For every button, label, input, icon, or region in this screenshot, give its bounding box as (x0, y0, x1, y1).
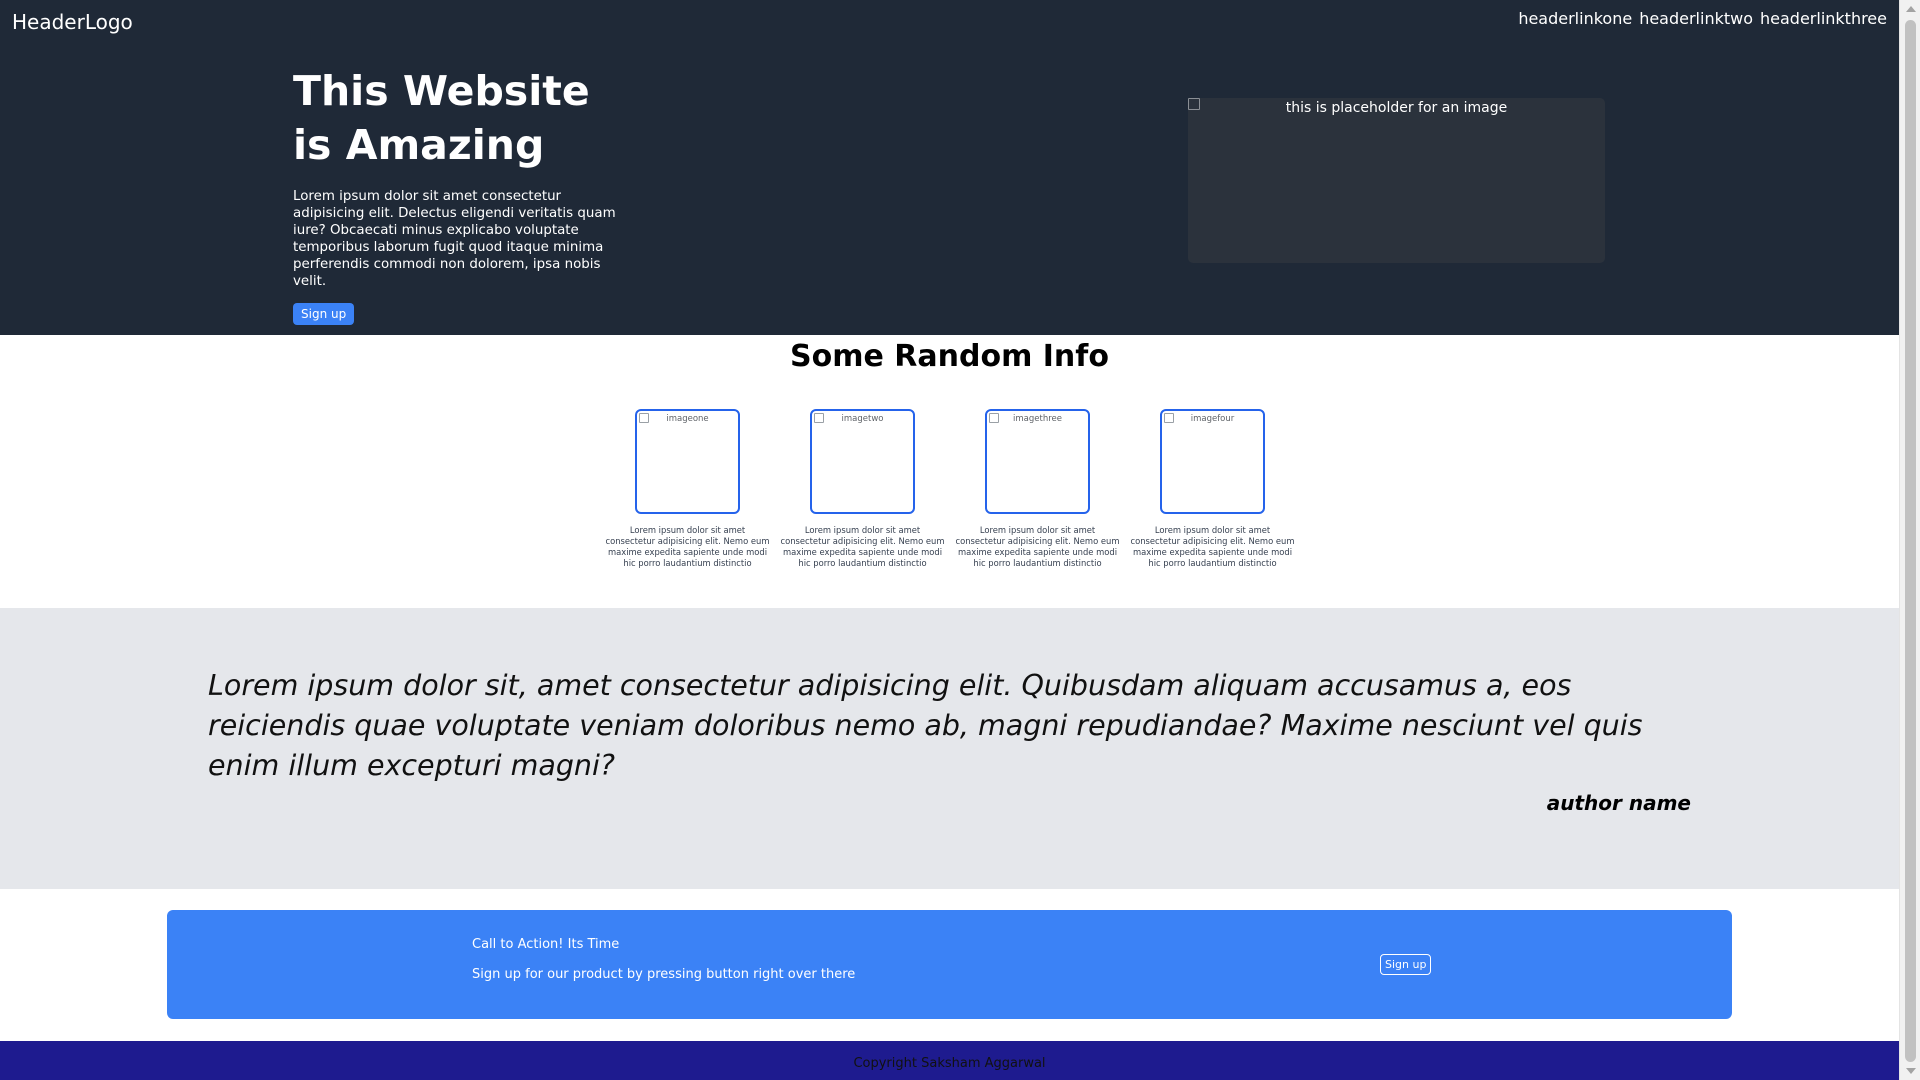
card-image-placeholder: imagethree (985, 409, 1090, 514)
card-image-alt-text: imagefour (1190, 414, 1235, 424)
cta-signup-button[interactable]: Sign up (1380, 954, 1432, 975)
footer: Copyright Saksham Aggarwal (0, 1041, 1899, 1080)
scrollbar-thumb[interactable] (1905, 20, 1916, 1062)
header-link-two[interactable]: headerlinktwo (1639, 9, 1753, 28)
info-card: imagethree Lorem ipsum dolor sit amet co… (950, 409, 1125, 569)
info-card: imagetwo Lorem ipsum dolor sit amet cons… (775, 409, 950, 569)
info-section: Some Random Info imageone Lorem ipsum do… (0, 335, 1899, 608)
card-text: Lorem ipsum dolor sit amet consectetur a… (780, 525, 945, 568)
scroll-up-arrow-icon[interactable] (1906, 6, 1916, 12)
card-text: Lorem ipsum dolor sit amet consectetur a… (1130, 525, 1295, 568)
vertical-scrollbar[interactable] (1899, 0, 1920, 1080)
quote-section: Lorem ipsum dolor sit, amet consectetur … (0, 608, 1899, 889)
card-image-alt-text: imagetwo (841, 414, 884, 424)
card-image-alt-text: imagethree (1013, 414, 1062, 424)
info-card: imagefour Lorem ipsum dolor sit amet con… (1125, 409, 1300, 569)
scroll-down-arrow-icon[interactable] (1906, 1068, 1916, 1074)
card-text: Lorem ipsum dolor sit amet consectetur a… (955, 525, 1120, 568)
cta-subtitle: Sign up for our product by pressing butt… (472, 967, 856, 982)
header-link-one[interactable]: headerlinkone (1518, 9, 1632, 28)
hero-image-alt-text: this is placeholder for an image (1285, 100, 1508, 116)
header-logo[interactable]: HeaderLogo (12, 10, 133, 34)
hero-signup-button[interactable]: Sign up (293, 303, 355, 325)
card-image-placeholder: imagetwo (810, 409, 915, 514)
hero-image-placeholder: this is placeholder for an image (1188, 98, 1605, 263)
hero-title: This Website is Amazing (293, 67, 590, 169)
quote-author: author name (1546, 791, 1691, 815)
footer-copyright: Copyright Saksham Aggarwal (853, 1056, 1046, 1071)
info-cards: imageone Lorem ipsum dolor sit amet cons… (600, 409, 1300, 569)
cta-banner: Call to Action! Its Time Sign up for our… (167, 910, 1732, 1019)
cta-section: Call to Action! Its Time Sign up for our… (0, 889, 1899, 1041)
quote-text: Lorem ipsum dolor sit, amet consectetur … (208, 669, 1643, 782)
card-text: Lorem ipsum dolor sit amet consectetur a… (605, 525, 770, 568)
card-image-placeholder: imageone (635, 409, 740, 514)
header-link-three[interactable]: headerlinkthree (1760, 9, 1887, 28)
header-nav: headerlinkone headerlinktwo headerlinkth… (1518, 9, 1887, 28)
page: HeaderLogo headerlinkone headerlinktwo h… (0, 0, 1899, 1080)
hero-section: HeaderLogo headerlinkone headerlinktwo h… (0, 0, 1899, 335)
hero-text-block: This Website is Amazing Lorem ipsum dolo… (293, 64, 628, 325)
cta-title: Call to Action! Its Time (472, 937, 620, 952)
info-card: imageone Lorem ipsum dolor sit amet cons… (600, 409, 775, 569)
hero-description: Lorem ipsum dolor sit amet consectetur a… (293, 189, 616, 289)
card-image-alt-text: imageone (666, 414, 709, 424)
info-title: Some Random Info (790, 339, 1109, 374)
card-image-placeholder: imagefour (1160, 409, 1265, 514)
